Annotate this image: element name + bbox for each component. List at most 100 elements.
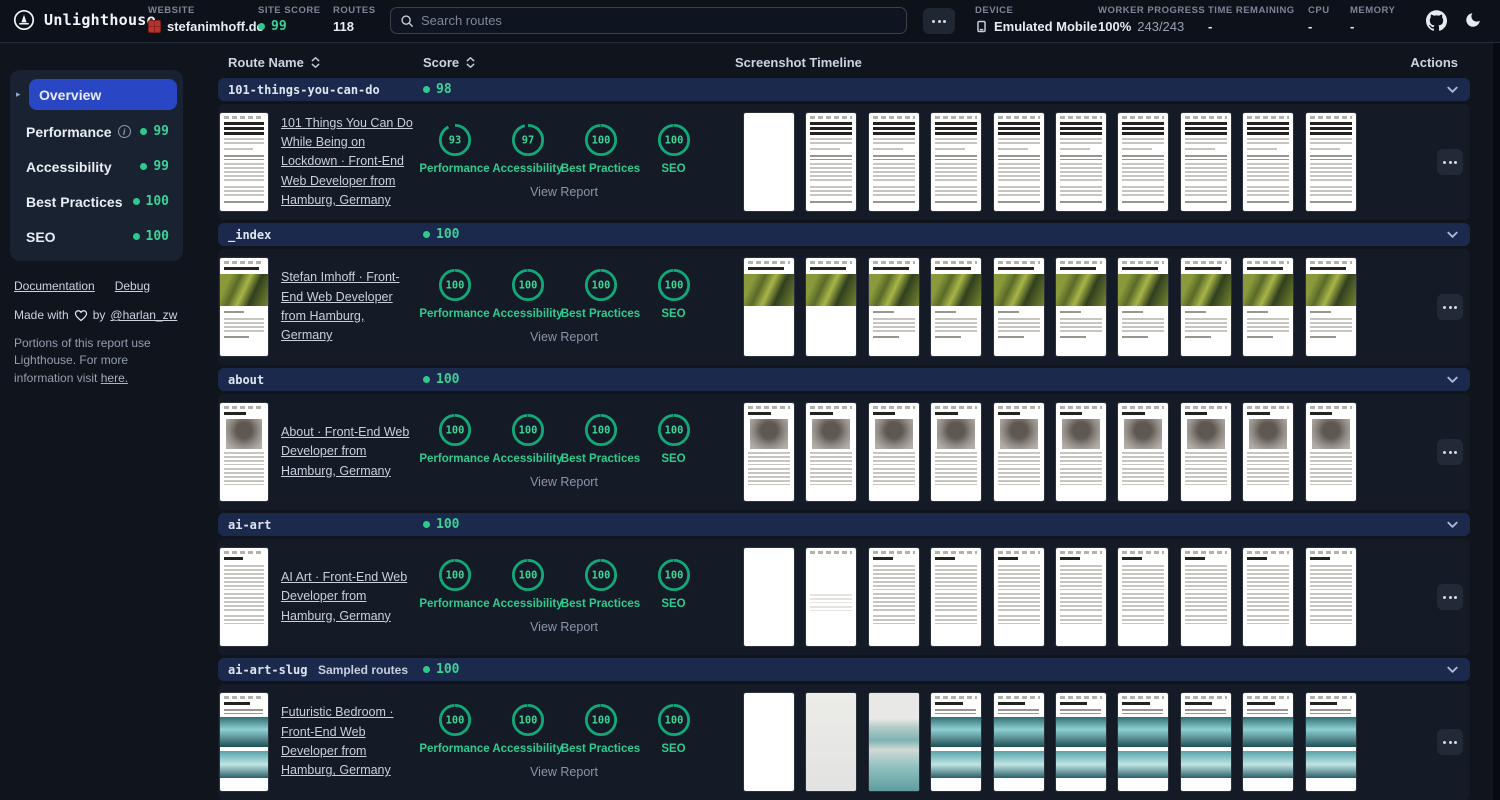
timeline-screenshot[interactable] bbox=[1180, 403, 1231, 501]
timeline-screenshot[interactable] bbox=[868, 548, 919, 646]
ellipsis-icon bbox=[1443, 740, 1446, 744]
sidebar-item-seo[interactable]: SEO 100 bbox=[16, 219, 177, 254]
chevron-down-icon[interactable] bbox=[1445, 82, 1460, 102]
timeline-screenshot[interactable] bbox=[1055, 113, 1106, 211]
timeline-screenshot[interactable] bbox=[868, 403, 919, 501]
timeline-screenshot[interactable] bbox=[1305, 693, 1356, 791]
timeline-screenshot[interactable] bbox=[1055, 403, 1106, 501]
info-icon[interactable]: i bbox=[117, 125, 131, 138]
timeline-screenshot[interactable] bbox=[931, 258, 982, 356]
timeline-screenshot[interactable] bbox=[1118, 403, 1169, 501]
view-report-link[interactable]: View Report bbox=[418, 475, 710, 489]
timeline-screenshot[interactable] bbox=[806, 403, 857, 501]
timeline-screenshot[interactable] bbox=[993, 113, 1044, 211]
timeline-screenshot[interactable] bbox=[1243, 258, 1294, 356]
group-band-ai-art-slug[interactable]: ai-art-slug Sampled routes 100 bbox=[218, 658, 1470, 681]
timeline-screenshot[interactable] bbox=[744, 113, 794, 211]
timeline-screenshot[interactable] bbox=[1118, 258, 1169, 356]
sort-route-icon[interactable] bbox=[310, 56, 321, 69]
timeline-screenshot[interactable] bbox=[931, 548, 982, 646]
timeline-screenshot[interactable] bbox=[1305, 548, 1356, 646]
chevron-down-icon[interactable] bbox=[1445, 662, 1460, 682]
timeline-screenshot[interactable] bbox=[868, 113, 919, 211]
timeline-screenshot[interactable] bbox=[868, 693, 919, 791]
metric-best-practices: 100 Best Practices bbox=[561, 413, 640, 465]
timeline-screenshot[interactable] bbox=[931, 113, 982, 211]
row-actions-button[interactable] bbox=[1437, 439, 1463, 465]
sidebar-item-overview[interactable]: ▸ Overview bbox=[16, 79, 177, 110]
row-actions-button[interactable] bbox=[1437, 584, 1463, 610]
notice-here-link[interactable]: here. bbox=[101, 371, 128, 385]
timeline-screenshot[interactable] bbox=[868, 258, 919, 356]
dark-mode-toggle[interactable] bbox=[1464, 11, 1482, 32]
route-title-link[interactable]: AI Art · Front-End Web Developer from Ha… bbox=[281, 568, 418, 626]
view-report-link[interactable]: View Report bbox=[418, 765, 710, 779]
timeline-screenshot[interactable] bbox=[1055, 548, 1106, 646]
timeline-screenshot[interactable] bbox=[993, 693, 1044, 791]
sidebar-item-performance[interactable]: Performance i 99 bbox=[16, 114, 177, 149]
route-title-link[interactable]: Stefan Imhoff · Front-End Web Developer … bbox=[281, 268, 418, 346]
timeline-screenshot[interactable] bbox=[1180, 113, 1231, 211]
route-title-link[interactable]: About · Front-End Web Developer from Ham… bbox=[281, 423, 418, 481]
view-report-link[interactable]: View Report bbox=[418, 620, 710, 634]
timeline-screenshot[interactable] bbox=[1305, 258, 1356, 356]
row-actions-button[interactable] bbox=[1437, 729, 1463, 755]
timeline-screenshot[interactable] bbox=[806, 113, 857, 211]
score-gauge: 100 bbox=[438, 703, 471, 737]
metric-best-practices: 100 Best Practices bbox=[561, 123, 640, 175]
timeline-screenshot[interactable] bbox=[1243, 113, 1294, 211]
group-band-101-things-you-can-do[interactable]: 101-things-you-can-do 98 bbox=[218, 78, 1470, 101]
view-report-link[interactable]: View Report bbox=[418, 330, 710, 344]
route-title-link[interactable]: 101 Things You Can Do While Being on Loc… bbox=[281, 114, 418, 211]
timeline-screenshot[interactable] bbox=[1243, 548, 1294, 646]
chevron-down-icon[interactable] bbox=[1445, 227, 1460, 247]
github-link[interactable] bbox=[1426, 10, 1447, 34]
view-report-link[interactable]: View Report bbox=[418, 185, 710, 199]
route-title-link[interactable]: Futuristic Bedroom · Front-End Web Devel… bbox=[281, 703, 418, 781]
group-band-index[interactable]: _index 100 bbox=[218, 223, 1470, 246]
timeline-screenshot[interactable] bbox=[806, 548, 857, 646]
timeline-screenshot[interactable] bbox=[806, 693, 857, 791]
sort-score-icon[interactable] bbox=[465, 56, 476, 69]
header-more-button[interactable] bbox=[923, 8, 955, 34]
timeline-screenshot[interactable] bbox=[1118, 548, 1169, 646]
timeline-screenshot[interactable] bbox=[1055, 258, 1106, 356]
timeline-screenshot[interactable] bbox=[931, 403, 982, 501]
timeline-screenshot[interactable] bbox=[1305, 113, 1356, 211]
timeline-screenshot[interactable] bbox=[993, 548, 1044, 646]
timeline-screenshot[interactable] bbox=[1055, 693, 1106, 791]
sidebar-item-accessibility[interactable]: Accessibility 99 bbox=[16, 149, 177, 184]
timeline-screenshot[interactable] bbox=[744, 403, 794, 501]
timeline-screenshot[interactable] bbox=[806, 258, 857, 356]
route-row: Stefan Imhoff · Front-End Web Developer … bbox=[218, 249, 1470, 365]
sidebar-item-best-practices[interactable]: Best Practices 100 bbox=[16, 184, 177, 219]
timeline-screenshot[interactable] bbox=[1180, 693, 1231, 791]
group-band-about[interactable]: about 100 bbox=[218, 368, 1470, 391]
app-logo[interactable]: Unlighthouse bbox=[13, 9, 156, 31]
debug-link[interactable]: Debug bbox=[115, 279, 150, 293]
timeline-screenshot[interactable] bbox=[1118, 113, 1169, 211]
chevron-down-icon[interactable] bbox=[1445, 517, 1460, 537]
timeline-screenshot[interactable] bbox=[931, 693, 982, 791]
timeline-screenshot[interactable] bbox=[1180, 548, 1231, 646]
timeline-screenshot[interactable] bbox=[744, 693, 794, 791]
row-actions-button[interactable] bbox=[1437, 149, 1463, 175]
timeline-screenshot[interactable] bbox=[1305, 403, 1356, 501]
timeline-screenshot[interactable] bbox=[1243, 403, 1294, 501]
timeline-screenshot[interactable] bbox=[744, 258, 794, 356]
timeline-screenshot[interactable] bbox=[744, 548, 794, 646]
group-band-ai-art[interactable]: ai-art 100 bbox=[218, 513, 1470, 536]
timeline-screenshot[interactable] bbox=[1243, 693, 1294, 791]
route-link-wrap: Stefan Imhoff · Front-End Web Developer … bbox=[281, 249, 418, 365]
search-input[interactable] bbox=[421, 13, 897, 28]
scrollbar[interactable] bbox=[1493, 43, 1500, 800]
column-score: Score bbox=[423, 55, 476, 70]
chevron-down-icon[interactable] bbox=[1445, 372, 1460, 392]
timeline-screenshot[interactable] bbox=[1118, 693, 1169, 791]
timeline-screenshot[interactable] bbox=[993, 258, 1044, 356]
timeline-screenshot[interactable] bbox=[993, 403, 1044, 501]
timeline-screenshot[interactable] bbox=[1180, 258, 1231, 356]
row-actions-button[interactable] bbox=[1437, 294, 1463, 320]
documentation-link[interactable]: Documentation bbox=[14, 279, 95, 293]
author-link[interactable]: @harlan_zw bbox=[110, 308, 177, 322]
